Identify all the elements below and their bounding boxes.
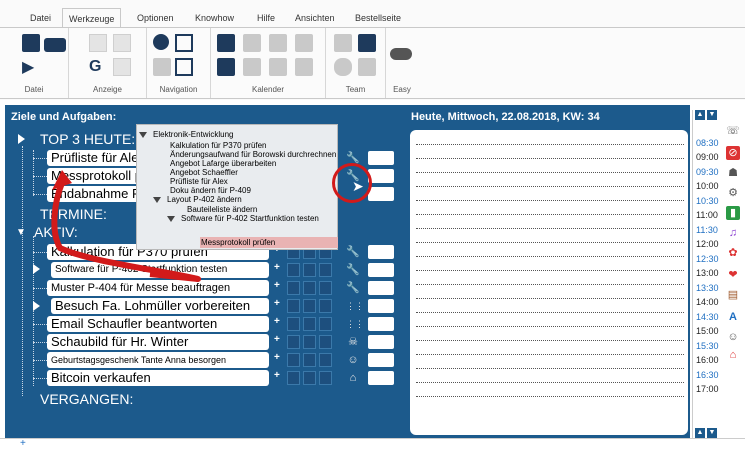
- annotation-arrow: [51, 180, 201, 282]
- add-bottom-icon[interactable]: +: [20, 438, 26, 449]
- status-bar: +: [0, 438, 745, 450]
- annotation-arrows: [51, 170, 201, 282]
